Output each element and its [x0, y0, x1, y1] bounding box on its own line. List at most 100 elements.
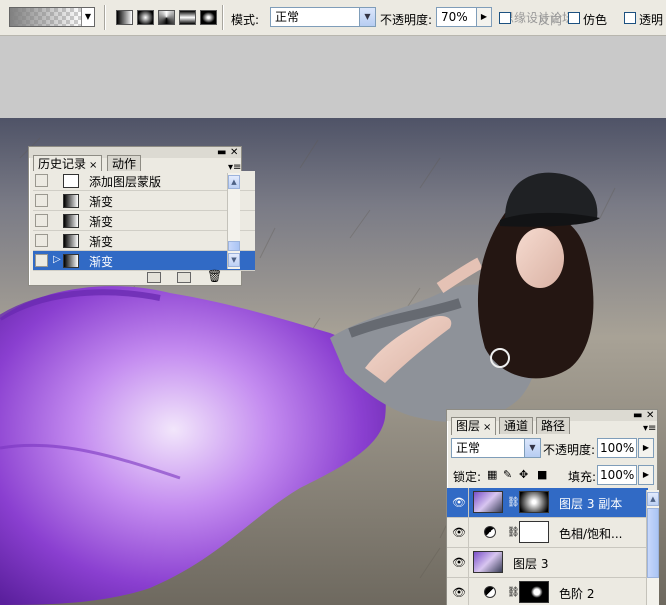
tab-layers-label: 图层 [456, 419, 481, 433]
history-row-selected[interactable]: ▷ 渐变 [33, 251, 255, 271]
layer-row-selected[interactable]: 👁 ⛓ 图层 3 副本 [447, 488, 648, 518]
tab-paths[interactable]: 路径 [536, 417, 571, 434]
tab-close-icon[interactable]: × [89, 160, 97, 171]
history-row[interactable]: 添加图层蒙版 [33, 171, 255, 191]
snapshot-source-box[interactable] [35, 194, 48, 207]
eye-icon[interactable]: 👁 [452, 586, 466, 599]
reflected-gradient-icon[interactable] [179, 10, 196, 25]
scroll-thumb[interactable] [647, 508, 659, 578]
tab-history-label: 历史记录 [38, 157, 87, 171]
gradient-icon [63, 214, 79, 228]
snapshot-source-box[interactable] [35, 174, 48, 187]
separator [104, 5, 106, 30]
snapshot-source-box[interactable] [35, 214, 48, 227]
layer-row[interactable]: 👁 图层 3 [447, 548, 648, 578]
snapshot-source-box[interactable] [35, 254, 48, 267]
transparency-checkbox[interactable] [624, 12, 636, 24]
fill-value: 100% [600, 468, 635, 482]
scroll-thumb[interactable] [228, 241, 240, 251]
adjustment-layer-icon [484, 526, 496, 538]
chain-link-icon[interactable]: ⛓ [507, 527, 520, 538]
close-icon[interactable]: ✕ [646, 410, 654, 421]
layer-opacity-label: 不透明度: [543, 443, 596, 457]
chevron-down-icon[interactable]: ▼ [359, 8, 375, 26]
snapshot-source-box[interactable] [35, 234, 48, 247]
chain-link-icon[interactable]: ⛓ [507, 587, 520, 598]
layer-row[interactable]: 👁 ⛓ 色阶 2 [447, 578, 648, 605]
layer-opacity-input[interactable]: 100% [597, 438, 637, 458]
layers-scrollbar[interactable]: ▲ [646, 490, 659, 605]
layers-list: 👁 ⛓ 图层 3 副本 👁 ⛓ 色相/饱和... 👁 图层 3 👁 ⛓ 色阶 2 [447, 488, 648, 605]
linear-gradient-icon[interactable] [116, 10, 133, 25]
tab-close-icon[interactable]: × [483, 422, 491, 433]
scroll-up-icon[interactable]: ▲ [647, 492, 659, 506]
dither-label: 仿色 [583, 13, 608, 27]
dither-checkbox[interactable] [568, 12, 580, 24]
mode-label: 模式: [231, 13, 260, 27]
opacity-slider-button[interactable]: ▶ [476, 7, 492, 27]
adjustment-layer-icon [484, 586, 496, 598]
create-snapshot-icon[interactable] [177, 272, 191, 283]
scroll-up-icon[interactable]: ▲ [228, 175, 240, 189]
layer-opacity-value: 100% [600, 441, 635, 455]
visibility-cell[interactable]: 👁 [447, 518, 469, 547]
history-row[interactable]: 渐变 [33, 191, 255, 211]
mode-select[interactable]: 正常 ▼ [270, 7, 376, 27]
gradient-icon [63, 254, 79, 268]
eye-icon[interactable]: 👁 [452, 526, 466, 539]
opacity-slider-button[interactable]: ▶ [638, 438, 654, 458]
new-document-from-state-icon[interactable] [147, 272, 161, 283]
layer-name[interactable]: 图层 3 副本 [559, 495, 622, 512]
layer-name[interactable]: 图层 3 [513, 555, 548, 572]
history-row[interactable]: 渐变 [33, 231, 255, 251]
tab-paths-label: 路径 [541, 419, 566, 433]
chevron-down-icon[interactable]: ▼ [524, 439, 540, 457]
scroll-down-icon[interactable]: ▼ [228, 253, 240, 267]
chain-link-icon[interactable]: ⛓ [507, 497, 520, 508]
history-row-label: 渐变 [89, 195, 114, 209]
tab-layers[interactable]: 图层 × [451, 417, 497, 435]
panel-menu-icon[interactable]: ▾≡ [643, 423, 656, 434]
reverse-label: 反向 [538, 13, 563, 27]
lock-all-icon[interactable]: ■ [537, 468, 547, 481]
history-scrollbar[interactable]: ▲ ▼ [227, 173, 240, 269]
eye-icon[interactable]: 👁 [452, 556, 466, 569]
chevron-down-icon[interactable]: ▼ [81, 8, 94, 26]
fill-slider-button[interactable]: ▶ [638, 465, 654, 485]
history-row[interactable]: 渐变 [33, 211, 255, 231]
minimize-icon[interactable]: ▬ [633, 410, 642, 421]
close-icon[interactable]: ✕ [230, 147, 238, 158]
tab-channels[interactable]: 通道 [499, 417, 534, 434]
diamond-gradient-icon[interactable] [200, 10, 217, 25]
tab-actions[interactable]: 动作 [107, 155, 142, 172]
visibility-cell[interactable]: 👁 [447, 548, 469, 577]
layer-thumbnail [473, 551, 503, 573]
history-panel: ▬ ✕ 历史记录 × 动作 ▾≡ 添加图层蒙版 渐变 渐变 渐变 ▷ 渐变 ▲ … [28, 146, 255, 286]
blend-mode-select[interactable]: 正常 ▼ [451, 438, 541, 458]
history-state-pointer-icon: ▷ [53, 254, 61, 265]
history-row-label: 渐变 [89, 255, 114, 269]
layer-row[interactable]: 👁 ⛓ 色相/饱和... [447, 518, 648, 548]
trash-icon[interactable]: 🗑 [207, 269, 222, 283]
layer-mask-thumbnail[interactable] [519, 491, 549, 513]
eye-icon[interactable]: 👁 [452, 496, 466, 509]
layer-name[interactable]: 色相/饱和... [559, 525, 623, 542]
lock-transparent-icon[interactable]: ▦ [487, 468, 497, 481]
radial-gradient-icon[interactable] [137, 10, 154, 25]
lock-paint-icon[interactable]: ✎ [503, 468, 512, 481]
layers-panel: ▬ ✕ 图层 × 通道 路径 ▾≡ 正常 ▼ 不透明度: 100% ▶ 锁定: ▦… [446, 409, 659, 605]
minimize-icon[interactable]: ▬ [217, 147, 226, 158]
layer-mask-thumbnail[interactable] [519, 581, 549, 603]
gradient-picker[interactable]: ▼ [9, 7, 95, 27]
lock-move-icon[interactable]: ✥ [519, 468, 528, 481]
transparency-label: 透明 [639, 13, 664, 27]
lock-label: 锁定: [453, 470, 482, 484]
layer-mask-thumbnail[interactable] [519, 521, 549, 543]
separator [222, 5, 224, 30]
angle-gradient-icon[interactable] [158, 10, 175, 25]
layer-name[interactable]: 色阶 2 [559, 585, 594, 602]
fill-input[interactable]: 100% [597, 465, 637, 485]
visibility-cell[interactable]: 👁 [447, 578, 469, 605]
visibility-cell[interactable]: 👁 [447, 488, 469, 517]
reverse-checkbox[interactable] [499, 12, 511, 24]
